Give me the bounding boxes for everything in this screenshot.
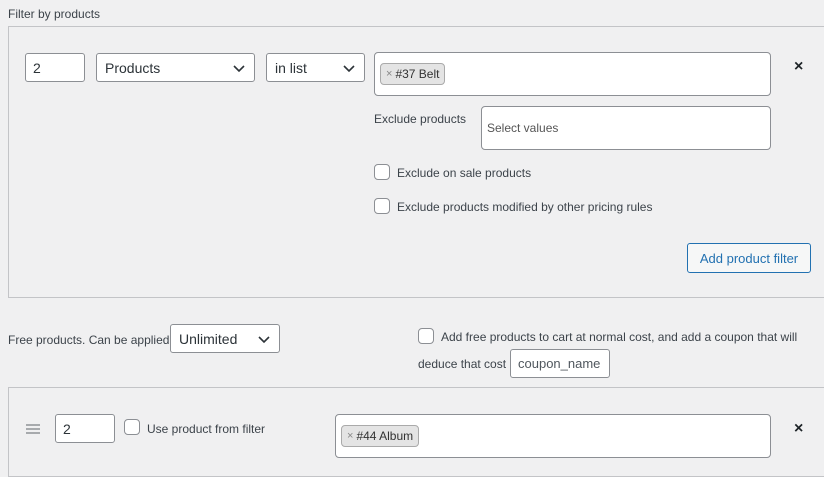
coupon-name-value: coupon_name: [518, 356, 601, 371]
condition-select[interactable]: in list: [266, 53, 365, 82]
free-quantity-input[interactable]: 2: [55, 414, 115, 443]
chip-remove-icon[interactable]: ×: [386, 68, 392, 80]
close-icon[interactable]: ×: [794, 58, 803, 76]
chip-label: #37 Belt: [395, 67, 440, 81]
normal-cost-label-line1: Add free products to cart at normal cost…: [441, 330, 798, 344]
free-products-multiselect[interactable]: × #44 Album: [335, 414, 771, 458]
free-quantity-value: 2: [63, 420, 71, 437]
exclude-on-sale-label: Exclude on sale products: [397, 166, 532, 180]
filter-section-title: Filter by products: [8, 7, 101, 21]
exclude-products-multiselect[interactable]: Select values: [481, 106, 771, 150]
condition-value: in list: [275, 59, 307, 76]
use-product-from-filter-checkbox[interactable]: [124, 419, 140, 435]
coupon-name-input[interactable]: coupon_name: [510, 349, 610, 378]
close-icon[interactable]: ×: [794, 420, 803, 438]
free-products-label: Free products. Can be applied: [8, 333, 170, 347]
exclude-placeholder: Select values: [487, 121, 559, 135]
filter-type-select[interactable]: Products: [96, 53, 255, 82]
exclude-products-label: Exclude products: [374, 112, 467, 126]
normal-cost-checkbox[interactable]: [418, 328, 434, 344]
use-product-from-filter-label: Use product from filter: [147, 422, 266, 436]
normal-cost-label-line2: deduce that cost: [418, 357, 507, 371]
quantity-input[interactable]: 2: [25, 53, 85, 82]
exclude-modified-label: Exclude products modified by other prici…: [397, 200, 653, 214]
chevron-down-icon: [258, 335, 270, 343]
chevron-down-icon: [343, 64, 355, 72]
add-product-filter-button[interactable]: Add product filter: [687, 243, 811, 273]
filter-type-value: Products: [105, 59, 161, 76]
products-multiselect[interactable]: × #37 Belt: [374, 52, 771, 96]
free-products-limit-select[interactable]: Unlimited: [170, 324, 280, 353]
chip-label: #44 Album: [356, 429, 414, 443]
chip-remove-icon[interactable]: ×: [347, 430, 353, 442]
limit-value: Unlimited: [179, 330, 238, 347]
selected-product-chip: × #37 Belt: [380, 63, 446, 85]
quantity-value: 2: [33, 59, 41, 76]
drag-handle-icon[interactable]: [26, 422, 40, 436]
exclude-modified-checkbox[interactable]: [374, 198, 390, 214]
selected-free-product-chip: × #44 Album: [341, 425, 420, 447]
exclude-on-sale-checkbox[interactable]: [374, 164, 390, 180]
chevron-down-icon: [233, 64, 245, 72]
